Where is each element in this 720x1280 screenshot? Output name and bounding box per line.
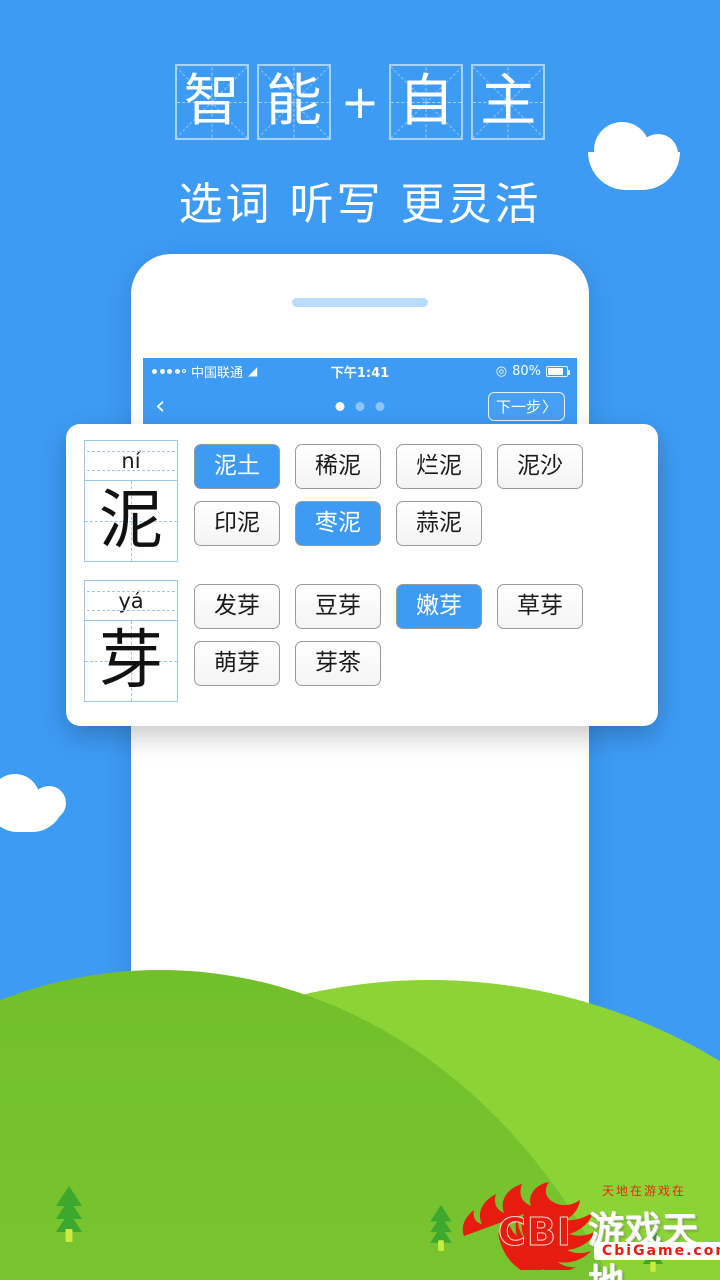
headline-char-glyph: 自 — [398, 69, 455, 134]
next-step-label: 下一步 — [495, 397, 541, 416]
headline-char-glyph: 智 — [183, 69, 240, 134]
pine-tree-icon — [427, 1205, 455, 1251]
watermark: 天地在游戏在 CBI 游戏天地 CbiGame.com — [452, 1174, 720, 1280]
word-chip[interactable]: 发芽 — [194, 584, 280, 629]
headline-char-4: 主 — [471, 64, 546, 140]
character-grid-box: ní 泥 — [84, 440, 178, 562]
page-dot-1[interactable] — [335, 401, 345, 411]
pine-tree-icon — [52, 1186, 86, 1242]
word-row: yá 芽发芽 豆芽 嫩芽 草芽萌芽 芽茶 — [84, 580, 640, 702]
wifi-icon: ◢ — [248, 364, 258, 378]
battery-percent: 80% — [512, 363, 541, 379]
word-chip-group: 泥土 稀泥 烂泥 泥沙印泥 枣泥 蒜泥 — [194, 440, 640, 546]
hanzi-character: 泥 — [85, 481, 177, 561]
battery-icon — [546, 365, 570, 377]
hanzi-character: 芽 — [85, 621, 177, 701]
word-chip[interactable]: 泥沙 — [497, 444, 583, 489]
word-chip[interactable]: 印泥 — [194, 500, 280, 546]
word-row: ní 泥泥土 稀泥 烂泥 泥沙印泥 枣泥 蒜泥 — [84, 440, 640, 562]
watermark-brand: CBI — [498, 1210, 572, 1255]
word-chip[interactable]: 烂泥 — [396, 444, 482, 489]
status-bar: 中国联通 ◢ 下午1:41 ◎ 80% — [143, 358, 577, 384]
watermark-url: CbiGame.com — [594, 1242, 720, 1260]
chevron-right-icon: 〉 — [541, 397, 557, 416]
status-time: 下午1:41 — [330, 365, 390, 381]
phone-speaker — [292, 298, 428, 307]
word-chip[interactable]: 豆芽 — [295, 584, 381, 629]
next-step-button[interactable]: 下一步 〉 — [487, 391, 565, 421]
page-dot-2[interactable] — [355, 401, 365, 411]
word-chip[interactable]: 嫩芽 — [396, 584, 482, 629]
watermark-slogan: 天地在游戏在 — [602, 1184, 687, 1198]
subtitle: 选词 听写 更灵活 — [178, 179, 542, 230]
word-chip[interactable]: 蒜泥 — [396, 500, 482, 546]
watermark-brand-cn: 游戏天地 — [588, 1210, 700, 1280]
word-chip[interactable]: 萌芽 — [194, 640, 280, 686]
promo-screenshot: 智 能 + 自 主 选词 听写 更灵活 中国联通 ◢ 下午1:41 ◎ 80% … — [0, 0, 720, 1280]
page-dot-3[interactable] — [375, 401, 385, 411]
word-chip-group: 发芽 豆芽 嫩芽 草芽萌芽 芽茶 — [194, 580, 640, 686]
pinyin-label: ní — [85, 441, 177, 481]
location-icon: ◎ — [495, 363, 508, 379]
character-grid-box: yá 芽 — [84, 580, 178, 702]
word-chip[interactable]: 稀泥 — [295, 444, 381, 489]
headline: 智 能 + 自 主 — [0, 64, 720, 140]
pinyin-label: yá — [85, 581, 177, 621]
back-button[interactable]: ‹ — [155, 393, 165, 419]
cloud-icon-left — [0, 774, 66, 832]
headline-char-3: 自 — [389, 64, 464, 140]
headline-char-1: 智 — [174, 64, 249, 140]
headline-char-2: 能 — [256, 64, 331, 140]
word-selection-overlay-card: ní 泥泥土 稀泥 烂泥 泥沙 印泥 枣泥 蒜泥 yá 芽发芽 豆芽 嫩芽 草芽 萌芽 芽茶 — [66, 424, 658, 726]
plus-sign: + — [340, 75, 380, 129]
page-indicator — [335, 401, 385, 411]
nav-bar: ‹ 下一步 〉 — [143, 384, 577, 428]
signal-strength-icon — [152, 368, 186, 374]
headline-char-glyph: 能 — [265, 69, 322, 134]
word-chip[interactable]: 草芽 — [497, 584, 583, 629]
headline-char-glyph: 主 — [480, 69, 537, 134]
word-chip[interactable]: 枣泥 — [295, 500, 381, 546]
word-chip[interactable]: 泥土 — [194, 444, 280, 489]
carrier-label: 中国联通 — [191, 365, 244, 381]
word-chip[interactable]: 芽茶 — [295, 640, 381, 686]
